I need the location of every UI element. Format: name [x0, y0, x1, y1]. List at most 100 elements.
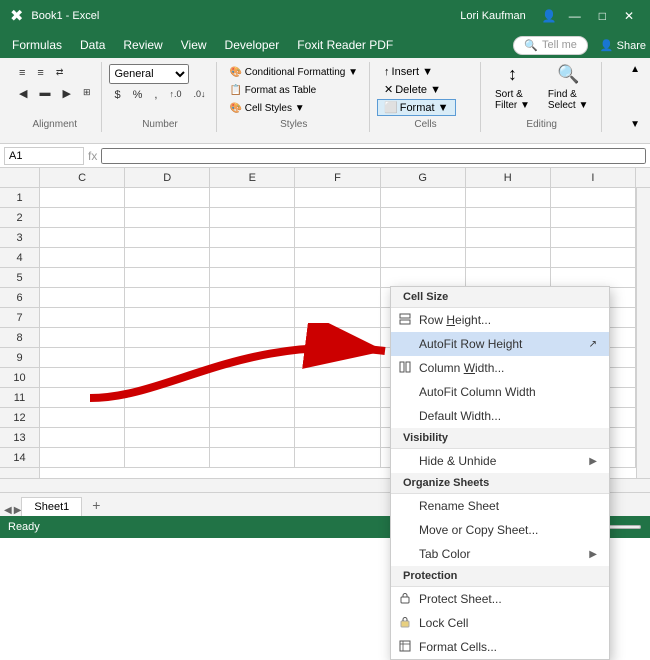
- cell-f12[interactable]: [295, 408, 380, 428]
- cell-e5[interactable]: [210, 268, 295, 288]
- col-header-d[interactable]: D: [125, 168, 210, 187]
- cell-g1[interactable]: [381, 188, 466, 208]
- cell-d14[interactable]: [125, 448, 210, 468]
- cell-f4[interactable]: [295, 248, 380, 268]
- cell-f11[interactable]: [295, 388, 380, 408]
- cell-e11[interactable]: [210, 388, 295, 408]
- menu-item-view[interactable]: View: [173, 35, 215, 55]
- cell-styles-button[interactable]: 🎨 Cell Styles ▼: [224, 100, 363, 117]
- align-left-button[interactable]: ◀: [14, 84, 32, 103]
- row-height-item[interactable]: Row Height...: [391, 308, 609, 332]
- cell-d3[interactable]: [125, 228, 210, 248]
- cell-g5[interactable]: [381, 268, 466, 288]
- cell-i5[interactable]: [551, 268, 636, 288]
- cell-c8[interactable]: [40, 328, 125, 348]
- sheet-nav-right[interactable]: ▶: [14, 505, 22, 516]
- sheet-tab-1[interactable]: Sheet1: [21, 497, 82, 516]
- rename-sheet-item[interactable]: Rename Sheet: [391, 494, 609, 518]
- cell-i4[interactable]: [551, 248, 636, 268]
- cell-c6[interactable]: [40, 288, 125, 308]
- share-button[interactable]: 👤 Share: [600, 39, 646, 52]
- cell-c13[interactable]: [40, 428, 125, 448]
- move-copy-sheet-item[interactable]: Move or Copy Sheet...: [391, 518, 609, 542]
- vertical-scrollbar[interactable]: [636, 188, 650, 478]
- cell-c11[interactable]: [40, 388, 125, 408]
- format-button[interactable]: ⬜ Format ▼: [377, 99, 455, 116]
- cell-c12[interactable]: [40, 408, 125, 428]
- cell-e4[interactable]: [210, 248, 295, 268]
- cell-f5[interactable]: [295, 268, 380, 288]
- cell-c1[interactable]: [40, 188, 125, 208]
- cell-e6[interactable]: [210, 288, 295, 308]
- ribbon-scroll-up[interactable]: ▲: [630, 64, 640, 75]
- tell-me-box[interactable]: 🔍 Tell me: [513, 36, 588, 55]
- cell-d6[interactable]: [125, 288, 210, 308]
- menu-item-developer[interactable]: Developer: [217, 35, 288, 55]
- cell-f7[interactable]: [295, 308, 380, 328]
- number-format-select[interactable]: General: [109, 64, 189, 84]
- cell-d13[interactable]: [125, 428, 210, 448]
- insert-button[interactable]: ↑ Insert ▼: [377, 64, 455, 80]
- cell-f3[interactable]: [295, 228, 380, 248]
- cell-c4[interactable]: [40, 248, 125, 268]
- delete-button[interactable]: ✕ Delete ▼: [377, 81, 455, 98]
- lock-cell-item[interactable]: Lock Cell: [391, 611, 609, 635]
- close-button[interactable]: ✕: [618, 7, 640, 25]
- col-header-e[interactable]: E: [210, 168, 295, 187]
- cell-h3[interactable]: [466, 228, 551, 248]
- cell-f2[interactable]: [295, 208, 380, 228]
- protect-sheet-item[interactable]: Protect Sheet...: [391, 587, 609, 611]
- cell-g4[interactable]: [381, 248, 466, 268]
- cell-h5[interactable]: [466, 268, 551, 288]
- cell-c9[interactable]: [40, 348, 125, 368]
- cell-h2[interactable]: [466, 208, 551, 228]
- cell-f8[interactable]: [295, 328, 380, 348]
- cell-h4[interactable]: [466, 248, 551, 268]
- cell-f14[interactable]: [295, 448, 380, 468]
- align-top-left-button[interactable]: ≡: [14, 64, 30, 82]
- menu-item-foxit[interactable]: Foxit Reader PDF: [289, 35, 401, 55]
- align-right-button[interactable]: ▶: [57, 84, 75, 103]
- format-cells-item[interactable]: Format Cells...: [391, 635, 609, 659]
- menu-item-review[interactable]: Review: [115, 35, 170, 55]
- cell-d5[interactable]: [125, 268, 210, 288]
- name-box-input[interactable]: [4, 147, 84, 165]
- cell-f1[interactable]: [295, 188, 380, 208]
- minimize-button[interactable]: —: [563, 7, 587, 25]
- column-width-item[interactable]: Column Width...: [391, 356, 609, 380]
- cell-i3[interactable]: [551, 228, 636, 248]
- col-header-g[interactable]: G: [381, 168, 466, 187]
- cell-c5[interactable]: [40, 268, 125, 288]
- cell-e10[interactable]: [210, 368, 295, 388]
- cell-d1[interactable]: [125, 188, 210, 208]
- cell-c2[interactable]: [40, 208, 125, 228]
- cell-e1[interactable]: [210, 188, 295, 208]
- cell-d2[interactable]: [125, 208, 210, 228]
- cell-d8[interactable]: [125, 328, 210, 348]
- col-header-i[interactable]: I: [551, 168, 636, 187]
- cell-g3[interactable]: [381, 228, 466, 248]
- cell-e3[interactable]: [210, 228, 295, 248]
- ribbon-scroll-down[interactable]: ▼: [630, 119, 640, 130]
- maximize-button[interactable]: □: [593, 7, 612, 25]
- menu-item-data[interactable]: Data: [72, 35, 113, 55]
- format-as-table-button[interactable]: 📋 Format as Table: [224, 82, 363, 99]
- autofit-column-width-item[interactable]: AutoFit Column Width: [391, 380, 609, 404]
- col-header-c[interactable]: C: [40, 168, 125, 187]
- default-width-item[interactable]: Default Width...: [391, 404, 609, 428]
- cell-c3[interactable]: [40, 228, 125, 248]
- cell-c14[interactable]: [40, 448, 125, 468]
- cell-d12[interactable]: [125, 408, 210, 428]
- cell-f9[interactable]: [295, 348, 380, 368]
- cell-g2[interactable]: [381, 208, 466, 228]
- increase-decimal-button[interactable]: ↑.0: [164, 86, 186, 104]
- cell-c10[interactable]: [40, 368, 125, 388]
- cell-i2[interactable]: [551, 208, 636, 228]
- cell-f6[interactable]: [295, 288, 380, 308]
- cell-d7[interactable]: [125, 308, 210, 328]
- cell-e9[interactable]: [210, 348, 295, 368]
- align-center-button[interactable]: ▬: [34, 84, 55, 103]
- formula-input[interactable]: [101, 148, 646, 164]
- conditional-formatting-button[interactable]: 🎨 Conditional Formatting ▼: [224, 64, 363, 81]
- find-select-button[interactable]: Find &Select ▼: [541, 87, 595, 113]
